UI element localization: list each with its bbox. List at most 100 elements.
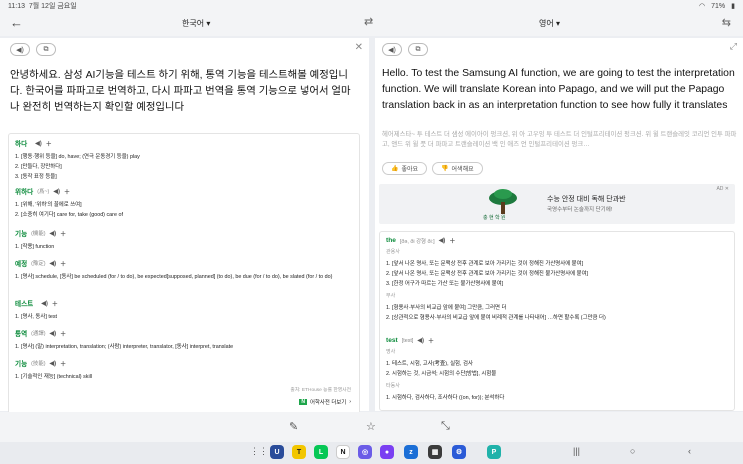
dictionary-entry: the [ðə, ði 강형 ðiː] ◀) ＋ 관용사 1. [앞서 나온 명사, 또는…: [386, 236, 606, 323]
definition: 1. [앞서 나온 명사, 또는 문맥상 전후 관계로 보아 가리키는 것이 정…: [386, 261, 584, 267]
status-bar: 11:13 7월 12일 금요일 ◠ 71% ▮: [0, 0, 743, 12]
headword[interactable]: the: [386, 237, 396, 244]
clear-icon[interactable]: ✕: [355, 42, 363, 53]
kakaotalk-icon[interactable]: T: [292, 445, 306, 459]
notion-icon[interactable]: N: [336, 445, 350, 459]
home-icon[interactable]: ○: [630, 446, 635, 456]
dictionary-entry: 테스트 ◀) ＋ 1. [명사, 동사] test: [15, 298, 58, 322]
wifi-icon: ◠: [699, 3, 706, 10]
bottom-toolbar: ✎ ☆ ⤡: [0, 412, 743, 442]
battery-level: 71%: [711, 2, 726, 10]
app-icon-7[interactable]: z: [404, 445, 418, 459]
ad-title: 수능 안정 대비 독해 단과반: [547, 196, 626, 203]
headword[interactable]: 테스트: [15, 298, 33, 308]
dictionary-entry: 기능 (機能) ◀) ＋ 1. [작용] function: [15, 228, 66, 252]
dictionary-source: 출처: ETHouse 능률 한영사전: [290, 388, 351, 393]
speaker-icon[interactable]: ◀): [41, 300, 48, 307]
add-icon[interactable]: ＋: [46, 139, 52, 148]
speaker-icon[interactable]: ◀): [35, 140, 42, 147]
nav-back-icon[interactable]: ‹: [688, 446, 691, 456]
ad-logo-text: 충 현 학 원: [483, 215, 506, 221]
definition: 2. [상관적으로 형용사·부사의 비교급 앞에 붙여 비례적 관계를 나타내어…: [386, 315, 606, 321]
favorite-star-icon[interactable]: ☆: [366, 420, 376, 433]
definition: 1. 시험하다, 검사하다, 조사하다 ((on, for)); 분석하다: [386, 395, 505, 401]
dictionary-entry: 하다 ◀) ＋ 1. [행동·행위 등을] do, have; (연극 운동경기 등을…: [15, 138, 140, 182]
category-label: 타동사: [386, 383, 400, 389]
line-icon[interactable]: L: [314, 445, 328, 459]
source-language-selector[interactable]: 한국어 ▾: [182, 18, 210, 29]
definition: 1. [형용사·부사의 비교급 앞에 붙여] 그만큼, 그러면 더: [386, 305, 507, 311]
swap-languages-icon[interactable]: ⇄: [364, 15, 373, 28]
settings-icon[interactable]: ⚙: [452, 445, 466, 459]
app-icon-8[interactable]: ▦: [428, 445, 442, 459]
speaker-icon[interactable]: ◀): [10, 43, 30, 56]
translated-text: Hello. To test the Samsung AI function, …: [382, 68, 735, 111]
app-icon-5[interactable]: ◎: [358, 445, 372, 459]
dictionary-more-button[interactable]: N 어학사전 더보기 ›: [299, 398, 351, 406]
category-label: 부사: [386, 293, 396, 299]
papago-icon[interactable]: P: [487, 445, 501, 459]
recent-apps-icon[interactable]: |||: [573, 446, 580, 456]
speaker-icon[interactable]: ◀): [50, 360, 57, 367]
add-icon[interactable]: ＋: [428, 336, 434, 345]
add-icon[interactable]: ＋: [449, 236, 455, 245]
speaker-icon[interactable]: ◀): [50, 330, 57, 337]
headword[interactable]: 예정: [15, 258, 27, 268]
add-icon[interactable]: ＋: [60, 359, 66, 368]
headword[interactable]: 기능: [15, 228, 27, 238]
target-dictionary: the [ðə, ði 강형 ðiː] ◀) ＋ 관용사 1. [앞서 나온 명사, 또는…: [379, 231, 735, 411]
headword[interactable]: 하다: [15, 138, 27, 148]
thumbs-up-icon: 👍: [391, 166, 399, 172]
speaker-icon[interactable]: ◀): [50, 260, 57, 267]
speaker-icon[interactable]: ◀): [382, 43, 402, 56]
definition: 2. [앞서 나온 명사, 또는 문맥상 전후 관계로 보아 가리키는 것이 정…: [386, 271, 589, 277]
fullscreen-icon[interactable]: ⤡: [441, 420, 450, 433]
dictionary-entry: 기능 (技能) ◀) ＋ 1. [기술적인 재능] (technical) skill: [15, 358, 92, 382]
definition: 2. 시험하는 것, 시금석; 시험의 수단[방법], 시험물: [386, 371, 497, 377]
target-language-selector[interactable]: 영어 ▾: [539, 18, 560, 29]
speaker-icon[interactable]: ◀): [439, 237, 446, 244]
headword[interactable]: 기능: [15, 358, 27, 368]
add-icon[interactable]: ＋: [60, 259, 66, 268]
source-text[interactable]: 안녕하세요. 삼성 AI기능을 테스트 하기 위해, 통역 기능을 테스트해볼 …: [10, 68, 360, 116]
speaker-icon[interactable]: ◀): [50, 230, 57, 237]
speaker-icon[interactable]: ◀): [417, 337, 424, 344]
category-label: 관용사: [386, 249, 400, 255]
headword[interactable]: 위하다: [15, 186, 33, 196]
category-label: 명사: [386, 349, 396, 355]
add-icon[interactable]: ＋: [60, 229, 66, 238]
dictionary-entry: 통역 (通譯) ◀) ＋ 1. [명사] (말) interpretation, tra…: [15, 328, 233, 352]
history-icon[interactable]: ⇆: [722, 16, 731, 29]
definition: 1. 테스트, 시험, 고사(考査), 실험, 검사: [386, 361, 473, 367]
back-arrow-icon[interactable]: ←: [10, 15, 23, 30]
thumbs-down-icon: 👎: [441, 166, 449, 172]
part-of-speech: (爲~): [37, 189, 50, 195]
definition: 1. [명사, 동사] test: [15, 314, 58, 320]
part-of-speech: (通譯): [31, 331, 46, 337]
add-icon[interactable]: ＋: [64, 187, 70, 196]
ad-badge[interactable]: AD ✕: [716, 186, 729, 192]
ad-banner[interactable]: 충 현 학 원 수능 안정 대비 독해 단과반 국영수부터 논술까지 단기에! …: [379, 184, 735, 224]
add-icon[interactable]: ＋: [52, 299, 58, 308]
app-drawer-icon[interactable]: ⋮⋮: [250, 446, 268, 457]
like-button[interactable]: 👍 좋아요: [382, 162, 428, 175]
dislike-button[interactable]: 👎 어색해요: [432, 162, 483, 175]
source-dictionary: 하다 ◀) ＋ 1. [행동·행위 등을] do, have; (연극 운동경기 등을…: [8, 133, 360, 417]
dictionary-entry: test [test] ◀) ＋ 명사 1. 테스트, 시험, 고사(考査), 실험, 검…: [386, 336, 504, 403]
definition: 1. [명사] (말) interpretation, translation;…: [15, 344, 234, 350]
app-icon-1[interactable]: U: [270, 445, 284, 459]
headword[interactable]: 통역: [15, 328, 27, 338]
part-of-speech: (豫定): [31, 261, 46, 267]
headword[interactable]: test: [386, 337, 398, 344]
taskbar: ⋮⋮ U T L N ◎ ● z ▦ ⚙ P ||| ○ ‹: [0, 442, 743, 464]
copy-icon[interactable]: ⧉: [408, 43, 428, 56]
part-of-speech: [test]: [401, 337, 414, 344]
status-date: 7월 12일 금요일: [28, 3, 77, 10]
dictionary-entry: 예정 (豫定) ◀) ＋ 1. [명사] schedule, [동사] be sched…: [15, 258, 332, 282]
app-icon-6[interactable]: ●: [380, 445, 394, 459]
edit-icon[interactable]: ✎: [289, 420, 298, 433]
copy-icon[interactable]: ⧉: [36, 43, 56, 56]
speaker-icon[interactable]: ◀): [53, 188, 60, 195]
add-icon[interactable]: ＋: [60, 329, 66, 338]
expand-icon[interactable]: ⤢: [730, 41, 737, 52]
